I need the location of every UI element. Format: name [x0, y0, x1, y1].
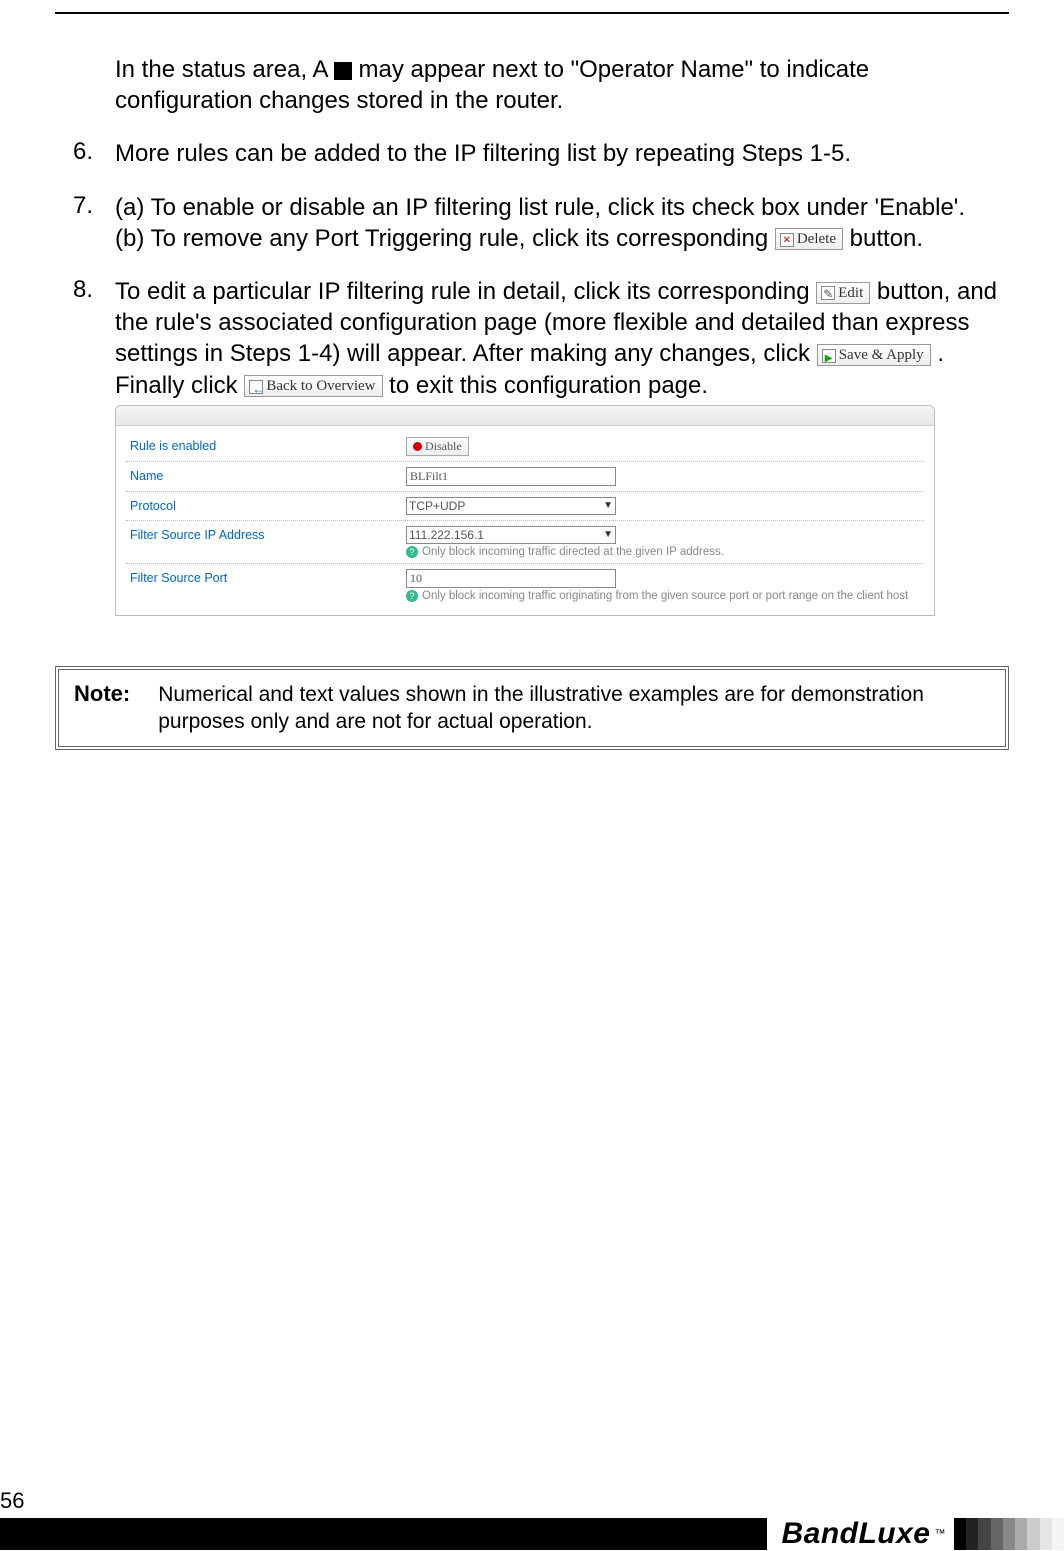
footer-black-bar: [0, 1518, 767, 1550]
footer-stripes: [954, 1518, 1064, 1550]
step-7: 7. (a) To enable or disable an IP filter…: [83, 192, 1009, 254]
row-protocol: Protocol TCP+UDP ▼: [126, 492, 924, 521]
play-icon: [822, 349, 836, 363]
delete-button-label: Delete: [797, 231, 836, 247]
back-overview-label: Back to Overview: [266, 378, 375, 394]
note-label: Note:: [74, 681, 130, 707]
config-panel: Rule is enabled Disable Name BLFilt1 Pro…: [115, 405, 935, 616]
row-src-ip: Filter Source IP Address 111.222.156.1 ▼…: [126, 521, 924, 564]
edit-button[interactable]: Edit: [816, 282, 870, 304]
src-ip-value: 111.222.156.1: [409, 528, 484, 542]
step-7b-post: button.: [850, 225, 923, 252]
step-6-text: More rules can be added to the IP filter…: [115, 140, 851, 167]
step-8-body: To edit a particular IP filtering rule i…: [115, 278, 997, 399]
step-7b: (b) To remove any Port Triggering rule, …: [115, 223, 1009, 254]
back-overview-button[interactable]: Back to Overview: [244, 375, 382, 397]
delete-button[interactable]: Delete: [775, 228, 843, 250]
panel-tabbar: [116, 406, 934, 426]
row-src-port: Filter Source Port 10 ? Only block incomi…: [126, 564, 924, 607]
page-footer: 56 BandLuxe ™: [0, 1490, 1064, 1550]
top-rule: [55, 12, 1009, 14]
chevron-down-icon: ▼: [603, 529, 613, 540]
label-src-port: Filter Source Port: [126, 569, 406, 585]
row-rule-enabled: Rule is enabled Disable: [126, 432, 924, 462]
back-arrow-icon: [249, 380, 263, 394]
info-icon: ?: [406, 546, 418, 558]
disable-button-label: Disable: [425, 439, 462, 453]
step-number: 8.: [73, 276, 93, 304]
page-number: 56: [0, 1488, 24, 1514]
pencil-icon: [821, 286, 835, 300]
trademark-symbol: ™: [935, 1528, 947, 1540]
note-box: Note: Numerical and text values shown in…: [55, 666, 1009, 751]
step-number: 6.: [73, 138, 93, 166]
document-page: In the status area, A may appear next to…: [0, 12, 1064, 1550]
info-icon: ?: [406, 590, 418, 602]
save-apply-label: Save & Apply: [839, 347, 924, 363]
label-name: Name: [126, 467, 406, 483]
step-6: 6. More rules can be added to the IP fil…: [83, 138, 1009, 169]
src-port-input[interactable]: 10: [406, 569, 616, 588]
step-number: 7.: [73, 192, 93, 220]
steps-list: 6. More rules can be added to the IP fil…: [83, 138, 1009, 400]
label-rule-enabled: Rule is enabled: [126, 437, 406, 453]
step-8-t4: to exit this configuration page.: [389, 372, 708, 399]
note-text: Numerical and text values shown in the i…: [158, 681, 990, 736]
src-ip-select[interactable]: 111.222.156.1 ▼: [406, 526, 616, 544]
step-8: 8. To edit a particular IP filtering rul…: [83, 276, 1009, 401]
label-src-ip: Filter Source IP Address: [126, 526, 406, 542]
src-port-hint: ? Only block incoming traffic originating…: [406, 590, 924, 602]
edit-button-label: Edit: [838, 285, 863, 301]
chevron-down-icon: ▼: [603, 500, 613, 511]
footer-bar: BandLuxe ™: [0, 1518, 1064, 1550]
protocol-value: TCP+UDP: [409, 499, 465, 513]
step-7a-text: (a) To enable or disable an IP filtering…: [115, 192, 1009, 223]
src-ip-hint-text: Only block incoming traffic directed at …: [422, 546, 724, 558]
brand-logo: BandLuxe ™: [767, 1518, 954, 1550]
row-name: Name BLFilt1: [126, 462, 924, 492]
intro-paragraph: In the status area, A may appear next to…: [115, 54, 1009, 116]
disable-button[interactable]: Disable: [406, 437, 469, 456]
step-8-t1: To edit a particular IP filtering rule i…: [115, 278, 816, 305]
save-apply-button[interactable]: Save & Apply: [817, 344, 931, 366]
status-change-icon: [334, 62, 352, 80]
src-port-hint-text: Only block incoming traffic originating …: [422, 590, 908, 602]
protocol-select[interactable]: TCP+UDP ▼: [406, 497, 616, 515]
config-form: Rule is enabled Disable Name BLFilt1 Pro…: [116, 426, 934, 615]
name-input[interactable]: BLFilt1: [406, 467, 616, 486]
stop-icon: [413, 442, 422, 451]
brand-name: BandLuxe: [781, 1517, 930, 1551]
src-ip-hint: ? Only block incoming traffic directed at…: [406, 546, 924, 558]
x-icon: [780, 233, 794, 247]
label-protocol: Protocol: [126, 497, 406, 513]
intro-text-a: In the status area, A: [115, 56, 334, 83]
step-7b-pre: (b) To remove any Port Triggering rule, …: [115, 225, 775, 252]
